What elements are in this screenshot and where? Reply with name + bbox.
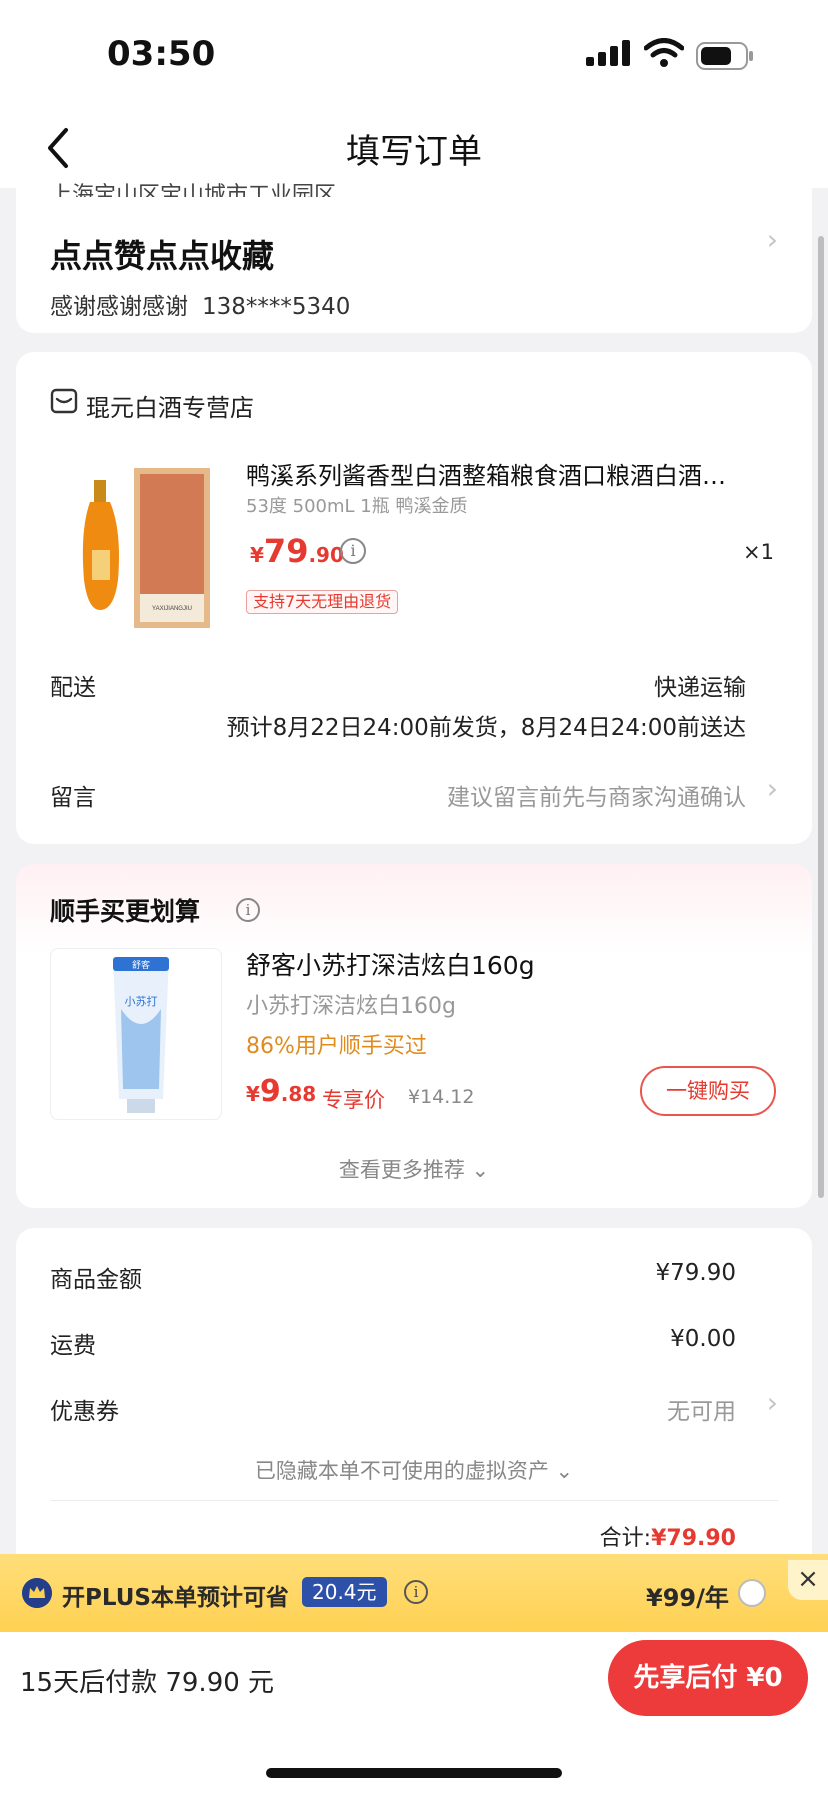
price-summary-card: 商品金额 ¥79.90 运费 ¥0.00 优惠券 无可用 › 已隐藏本单不可使用…	[16, 1228, 812, 1568]
status-time: 03:50	[107, 34, 216, 74]
order-total: 合计:¥79.90	[599, 1526, 736, 1551]
plus-savings-badge: 20.4元	[302, 1577, 387, 1607]
tube-text: 小苏打	[125, 994, 158, 1008]
delivery-method[interactable]: 快递运输	[654, 668, 746, 702]
shipping-fee-label: 运费	[50, 1333, 96, 1359]
recommend-social-proof: 86%用户顺手买过	[246, 1034, 427, 1059]
delivery-eta: 预计8月22日24:00前发货，8月24日24:00前送达	[226, 715, 746, 741]
divider	[50, 1500, 778, 1501]
recommend-card: 顺手买更划算 i 舒客 小苏打 舒客小苏打深洁炫白160g 小苏打深洁炫白160…	[16, 864, 812, 1208]
pay-later-text: 15天后付款 79.90 元	[20, 1668, 275, 1698]
note-label: 留言	[50, 785, 96, 811]
wifi-icon	[644, 38, 684, 67]
info-icon[interactable]: i	[236, 898, 260, 922]
battery-icon	[696, 42, 753, 70]
signal-icon	[586, 40, 630, 66]
goods-amount-value: ¥79.90	[655, 1260, 736, 1286]
coupon-value[interactable]: 无可用	[667, 1392, 736, 1426]
recipient-name: 感谢感谢感谢	[50, 294, 188, 320]
product-spec: 53度 500mL 1瓶 鸭溪金质	[246, 496, 468, 517]
scrollbar[interactable]	[818, 236, 824, 1198]
shop-icon	[50, 388, 78, 414]
chevron-down-icon: ⌄	[471, 1158, 490, 1182]
pay-later-button[interactable]: 先享后付 ¥0	[608, 1640, 808, 1716]
coupon-label: 优惠券	[50, 1399, 119, 1425]
address-card[interactable]: 上海宝山区宝山城市工业园区 点点赞点点收藏 感谢感谢感谢 138****5340 …	[16, 175, 812, 333]
delivery-label: 配送	[50, 675, 96, 701]
return-policy-badge: 支持7天无理由退货	[246, 590, 399, 614]
shipping-fee-value: ¥0.00	[670, 1326, 736, 1352]
shop-name[interactable]: 琨元白酒专营店	[86, 388, 254, 423]
product-price: ¥79.90	[250, 532, 344, 570]
address-line: 上海宝山区宝山城市工业园区	[50, 183, 337, 197]
chevron-right-icon: ›	[766, 1386, 778, 1419]
recommend-product-name[interactable]: 舒客小苏打深洁炫白160g	[246, 946, 535, 982]
one-click-buy-button[interactable]: 一键购买	[640, 1066, 776, 1116]
recommend-product-spec: 小苏打深洁炫白160g	[246, 994, 456, 1019]
goods-amount-label: 商品金额	[50, 1267, 142, 1293]
chevron-right-icon: ›	[766, 223, 778, 256]
plus-price: ¥99/年	[646, 1584, 729, 1612]
page-title: 填写订单	[346, 132, 482, 172]
chevron-down-icon: ⌄	[555, 1459, 574, 1483]
hidden-assets-toggle[interactable]: 已隐藏本单不可使用的虚拟资产 ⌄	[16, 1455, 812, 1485]
crown-icon	[22, 1578, 52, 1608]
recommend-price: ¥9.88	[246, 1074, 317, 1109]
info-icon[interactable]: i	[340, 538, 366, 564]
plus-promo-bar[interactable]: 开PLUS本单预计可省 20.4元 i ¥99/年 ×	[0, 1554, 828, 1632]
product-title[interactable]: 鸭溪系列酱香型白酒整箱粮食酒口粮酒白酒…	[246, 456, 781, 491]
box-text: YAXIJIANGJIU	[152, 606, 192, 612]
original-price: ¥14.12	[408, 1086, 475, 1108]
bottom-pay-bar: 15天后付款 79.90 元 先享后付 ¥0	[0, 1632, 828, 1795]
exclusive-price-label: 专享价	[322, 1088, 385, 1112]
info-icon[interactable]: i	[404, 1580, 428, 1604]
address-name: 点点赞点点收藏	[50, 237, 275, 275]
product-quantity: ×1	[743, 540, 774, 564]
home-indicator[interactable]	[266, 1768, 562, 1778]
note-input[interactable]: 建议留言前先与商家沟通确认	[447, 778, 746, 812]
recipient-phone: 138****5340	[202, 294, 351, 320]
shop-order-card: 琨元白酒专营店 YAXIJIANGJIU 鸭溪系列酱香型白酒整箱粮食酒口粮酒白酒…	[16, 352, 812, 844]
tube-brand: 舒客	[132, 959, 150, 970]
chevron-right-icon: ›	[766, 772, 778, 805]
plus-promo-text: 开PLUS本单预计可省	[62, 1585, 289, 1611]
recommend-title: 顺手买更划算	[50, 897, 201, 926]
status-bar: 03:50	[0, 0, 828, 110]
product-image[interactable]: YAXIJIANGJIU	[66, 460, 216, 640]
plus-select-radio[interactable]	[738, 1579, 766, 1607]
recommend-product-image[interactable]: 舒客 小苏打	[50, 948, 222, 1120]
close-icon[interactable]: ×	[788, 1560, 828, 1600]
address-contact: 感谢感谢感谢 138****5340	[50, 287, 350, 321]
more-recommend-link[interactable]: 查看更多推荐 ⌄	[16, 1154, 812, 1184]
